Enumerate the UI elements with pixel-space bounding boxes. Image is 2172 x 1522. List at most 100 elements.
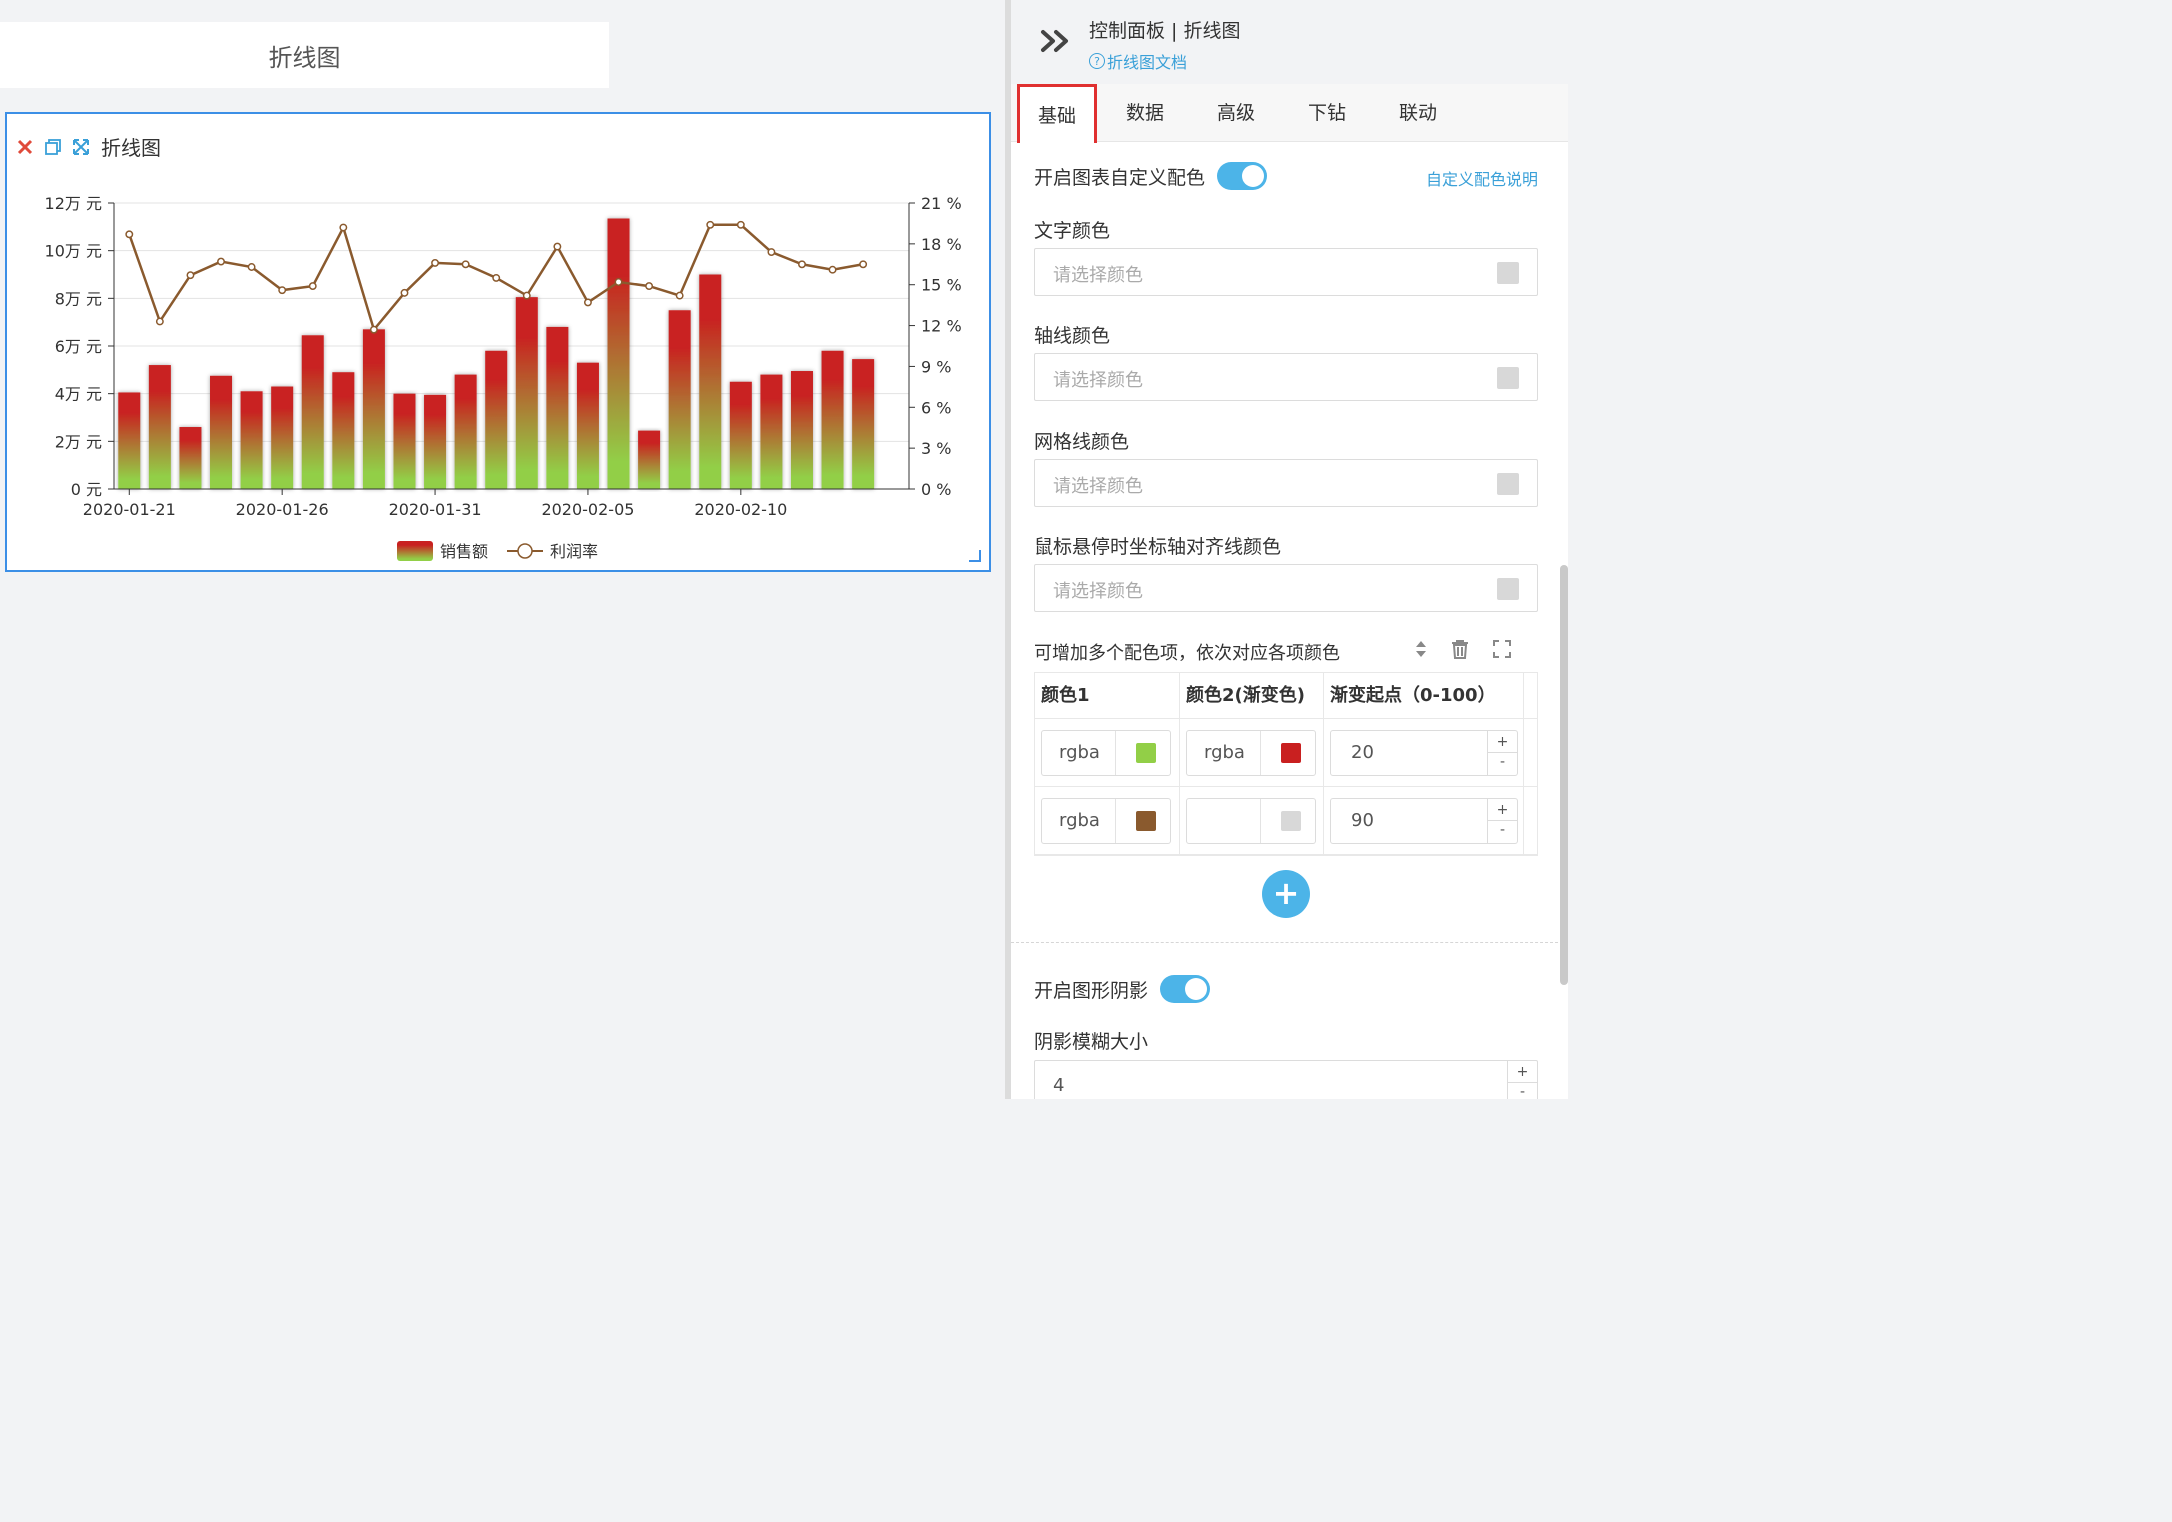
color1-picker[interactable]: rgba xyxy=(1041,798,1171,844)
legend-label-sales[interactable]: 销售额 xyxy=(440,542,488,561)
grid-color-swatch[interactable] xyxy=(1497,473,1519,495)
color1-swatch[interactable] xyxy=(1136,743,1156,763)
chart-widget[interactable]: 0 元 2万 元 4万 元 6万 元 8万 元 10万 元 12万 元 0 % 3 % 6 % 9 … xyxy=(5,112,991,572)
trash-icon[interactable] xyxy=(1450,639,1470,663)
line-point[interactable] xyxy=(522,291,531,300)
line-point[interactable] xyxy=(828,265,837,274)
increment-button[interactable]: + xyxy=(1488,799,1517,821)
expand-icon[interactable] xyxy=(71,137,91,157)
number-stepper[interactable]: + - xyxy=(1487,731,1517,775)
hover-axis-color-swatch[interactable] xyxy=(1497,578,1519,600)
number-stepper[interactable]: + - xyxy=(1507,1061,1537,1099)
line-point[interactable] xyxy=(614,278,623,286)
line-point[interactable] xyxy=(675,291,684,300)
doc-link[interactable]: ? 折线图文档 xyxy=(1089,49,1187,73)
gradient-start-input[interactable]: 90 + - xyxy=(1330,798,1518,844)
bar-sales[interactable] xyxy=(332,372,355,489)
bar-sales[interactable] xyxy=(760,374,783,489)
line-point[interactable] xyxy=(278,286,287,295)
shadow-blur-input[interactable]: 4 + - xyxy=(1034,1060,1538,1099)
double-chevron-right-icon[interactable] xyxy=(1039,24,1073,58)
line-point[interactable] xyxy=(583,298,592,307)
line-point[interactable] xyxy=(125,230,134,239)
bar-sales[interactable] xyxy=(546,326,569,489)
color2-picker[interactable] xyxy=(1186,798,1316,844)
bar-sales[interactable] xyxy=(821,350,844,489)
decrement-button[interactable]: - xyxy=(1508,1083,1537,1099)
decrement-button[interactable]: - xyxy=(1488,753,1517,775)
line-point[interactable] xyxy=(155,317,164,326)
gradient-start-input[interactable]: 20 + - xyxy=(1330,730,1518,776)
line-point[interactable] xyxy=(369,325,378,334)
line-point[interactable] xyxy=(186,271,195,280)
tab-basic[interactable]: 基础 xyxy=(1017,84,1097,143)
line-point[interactable] xyxy=(859,260,868,269)
tab-drilldown[interactable]: 下钻 xyxy=(1287,84,1367,142)
fullscreen-icon[interactable] xyxy=(1492,639,1512,663)
grid-color-picker[interactable]: 请选择颜色 xyxy=(1034,459,1538,507)
bar-sales[interactable] xyxy=(485,350,508,489)
line-point[interactable] xyxy=(798,260,806,269)
bar-sales[interactable] xyxy=(179,427,202,489)
bar-sales[interactable] xyxy=(454,374,477,489)
line-point[interactable] xyxy=(217,257,225,266)
hover-axis-color-picker[interactable]: 请选择颜色 xyxy=(1034,564,1538,612)
line-point[interactable] xyxy=(706,220,715,229)
text-color-swatch[interactable] xyxy=(1497,262,1519,284)
custom-color-switch[interactable] xyxy=(1217,162,1268,190)
line-point[interactable] xyxy=(247,263,256,271)
bar-sales[interactable] xyxy=(148,365,171,489)
line-point[interactable] xyxy=(461,260,470,269)
tab-advanced[interactable]: 高级 xyxy=(1196,84,1276,142)
bar-sales[interactable] xyxy=(240,391,263,489)
legend-swatch-sales[interactable] xyxy=(397,541,433,561)
line-point[interactable] xyxy=(492,273,501,282)
increment-button[interactable]: + xyxy=(1508,1061,1537,1083)
shadow-switch[interactable] xyxy=(1160,975,1211,1003)
line-point[interactable] xyxy=(767,248,776,256)
bar-sales[interactable] xyxy=(118,392,141,489)
line-point[interactable] xyxy=(400,288,409,297)
panel-scrollbar[interactable] xyxy=(1560,565,1568,985)
color2-swatch[interactable] xyxy=(1281,811,1301,831)
bar-sales[interactable] xyxy=(699,274,722,490)
line-point[interactable] xyxy=(431,258,440,267)
resize-handle[interactable] xyxy=(969,550,981,562)
axis-color-picker[interactable]: 请选择颜色 xyxy=(1034,353,1538,401)
title-widget[interactable]: 折线图 xyxy=(0,22,609,88)
bar-sales[interactable] xyxy=(271,386,294,489)
copy-icon[interactable] xyxy=(43,137,63,157)
custom-color-help-link[interactable]: 自定义配色说明 xyxy=(1426,166,1538,190)
line-point[interactable] xyxy=(308,282,317,291)
bar-sales[interactable] xyxy=(638,430,661,489)
line-point[interactable] xyxy=(736,220,745,229)
color1-picker[interactable]: rgba xyxy=(1041,730,1171,776)
line-point[interactable] xyxy=(645,282,654,291)
sort-icon[interactable] xyxy=(1414,639,1428,663)
bar-sales[interactable] xyxy=(362,329,385,489)
close-icon[interactable] xyxy=(15,137,35,157)
bar-sales[interactable] xyxy=(393,393,416,489)
bar-sales[interactable] xyxy=(424,394,447,489)
tab-data[interactable]: 数据 xyxy=(1105,84,1185,142)
bar-sales[interactable] xyxy=(210,375,233,489)
bar-sales[interactable] xyxy=(301,335,324,489)
legend-label-profit[interactable]: 利润率 xyxy=(550,542,598,561)
color1-swatch[interactable] xyxy=(1136,811,1156,831)
add-color-button[interactable]: + xyxy=(1262,870,1310,918)
bar-sales[interactable] xyxy=(515,297,538,489)
bar-sales[interactable] xyxy=(729,381,752,489)
number-stepper[interactable]: + - xyxy=(1487,799,1517,843)
bar-sales[interactable] xyxy=(576,362,599,489)
bar-sales[interactable] xyxy=(668,310,691,489)
tab-linkage[interactable]: 联动 xyxy=(1378,84,1458,142)
axis-color-swatch[interactable] xyxy=(1497,367,1519,389)
text-color-picker[interactable]: 请选择颜色 xyxy=(1034,248,1538,296)
color2-picker[interactable]: rgba xyxy=(1186,730,1316,776)
bar-sales[interactable] xyxy=(607,218,630,489)
line-point[interactable] xyxy=(339,223,348,232)
line-point[interactable] xyxy=(553,242,562,251)
bar-sales[interactable] xyxy=(852,359,875,489)
increment-button[interactable]: + xyxy=(1488,731,1517,753)
bar-sales[interactable] xyxy=(790,371,813,489)
